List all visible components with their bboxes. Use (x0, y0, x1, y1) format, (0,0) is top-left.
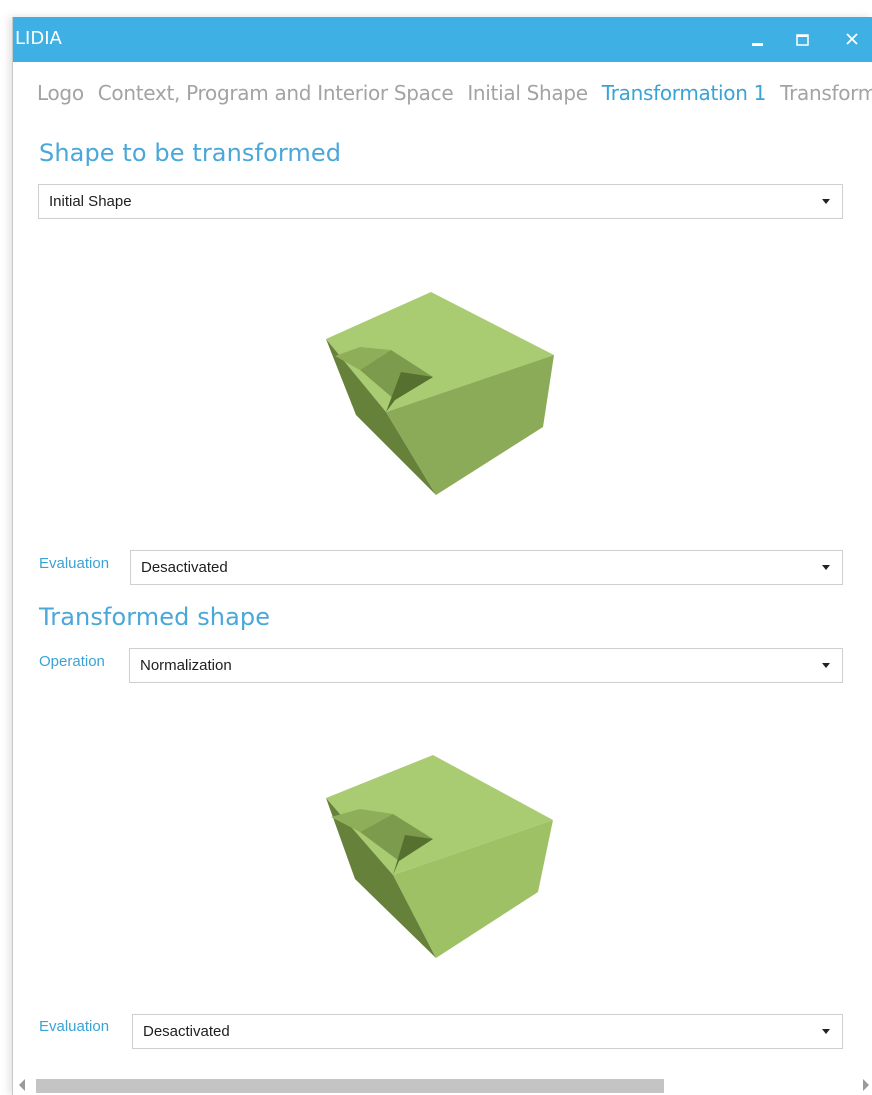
tab-transformation-1[interactable]: Transformation 1 (602, 81, 767, 105)
maximize-icon (796, 34, 809, 46)
transformed-shape-preview (326, 755, 553, 958)
tab-strip: Logo Context, Program and Interior Space I… (37, 81, 872, 111)
transformed-shape-heading: Transformed shape (39, 603, 271, 631)
scroll-right-icon[interactable] (862, 1079, 870, 1091)
evaluation-label-2: Evaluation (39, 1018, 110, 1035)
tab-logo[interactable]: Logo (37, 81, 84, 105)
tab-context-program-interior[interactable]: Context, Program and Interior Space (98, 81, 454, 105)
operation-label: Operation (39, 653, 105, 670)
minimize-icon (752, 43, 763, 46)
horizontal-scrollbar[interactable] (13, 1072, 872, 1095)
window-title: LIDIA (15, 28, 62, 49)
operation-value: Normalization (140, 657, 232, 674)
dropdown-arrow-icon (822, 663, 830, 668)
close-icon (846, 33, 858, 45)
evaluation-value-1: Desactivated (141, 559, 228, 576)
app-window: LIDIA Logo Context, Program and Interior … (12, 17, 872, 1095)
scroll-left-icon[interactable] (18, 1079, 26, 1091)
shape-select-value: Initial Shape (49, 193, 132, 210)
title-bar[interactable]: LIDIA (13, 17, 872, 62)
tab-initial-shape[interactable]: Initial Shape (467, 81, 588, 105)
maximize-button[interactable] (789, 27, 815, 53)
dropdown-arrow-icon (822, 565, 830, 570)
dropdown-arrow-icon (822, 1029, 830, 1034)
scrollbar-thumb[interactable] (36, 1079, 664, 1093)
close-button[interactable] (839, 27, 865, 53)
evaluation-select-2[interactable]: Desactivated (132, 1014, 843, 1049)
evaluation-label-1: Evaluation (39, 555, 110, 572)
tab-transformation-2[interactable]: Transform (780, 81, 872, 105)
evaluation-select-1[interactable]: Desactivated (130, 550, 843, 585)
initial-shape-preview (326, 292, 554, 495)
dropdown-arrow-icon (822, 199, 830, 204)
shape-to-be-transformed-heading: Shape to be transformed (39, 139, 342, 167)
shape-select[interactable]: Initial Shape (38, 184, 843, 219)
minimize-button[interactable] (744, 27, 770, 53)
operation-select[interactable]: Normalization (129, 648, 843, 683)
evaluation-value-2: Desactivated (143, 1023, 230, 1040)
